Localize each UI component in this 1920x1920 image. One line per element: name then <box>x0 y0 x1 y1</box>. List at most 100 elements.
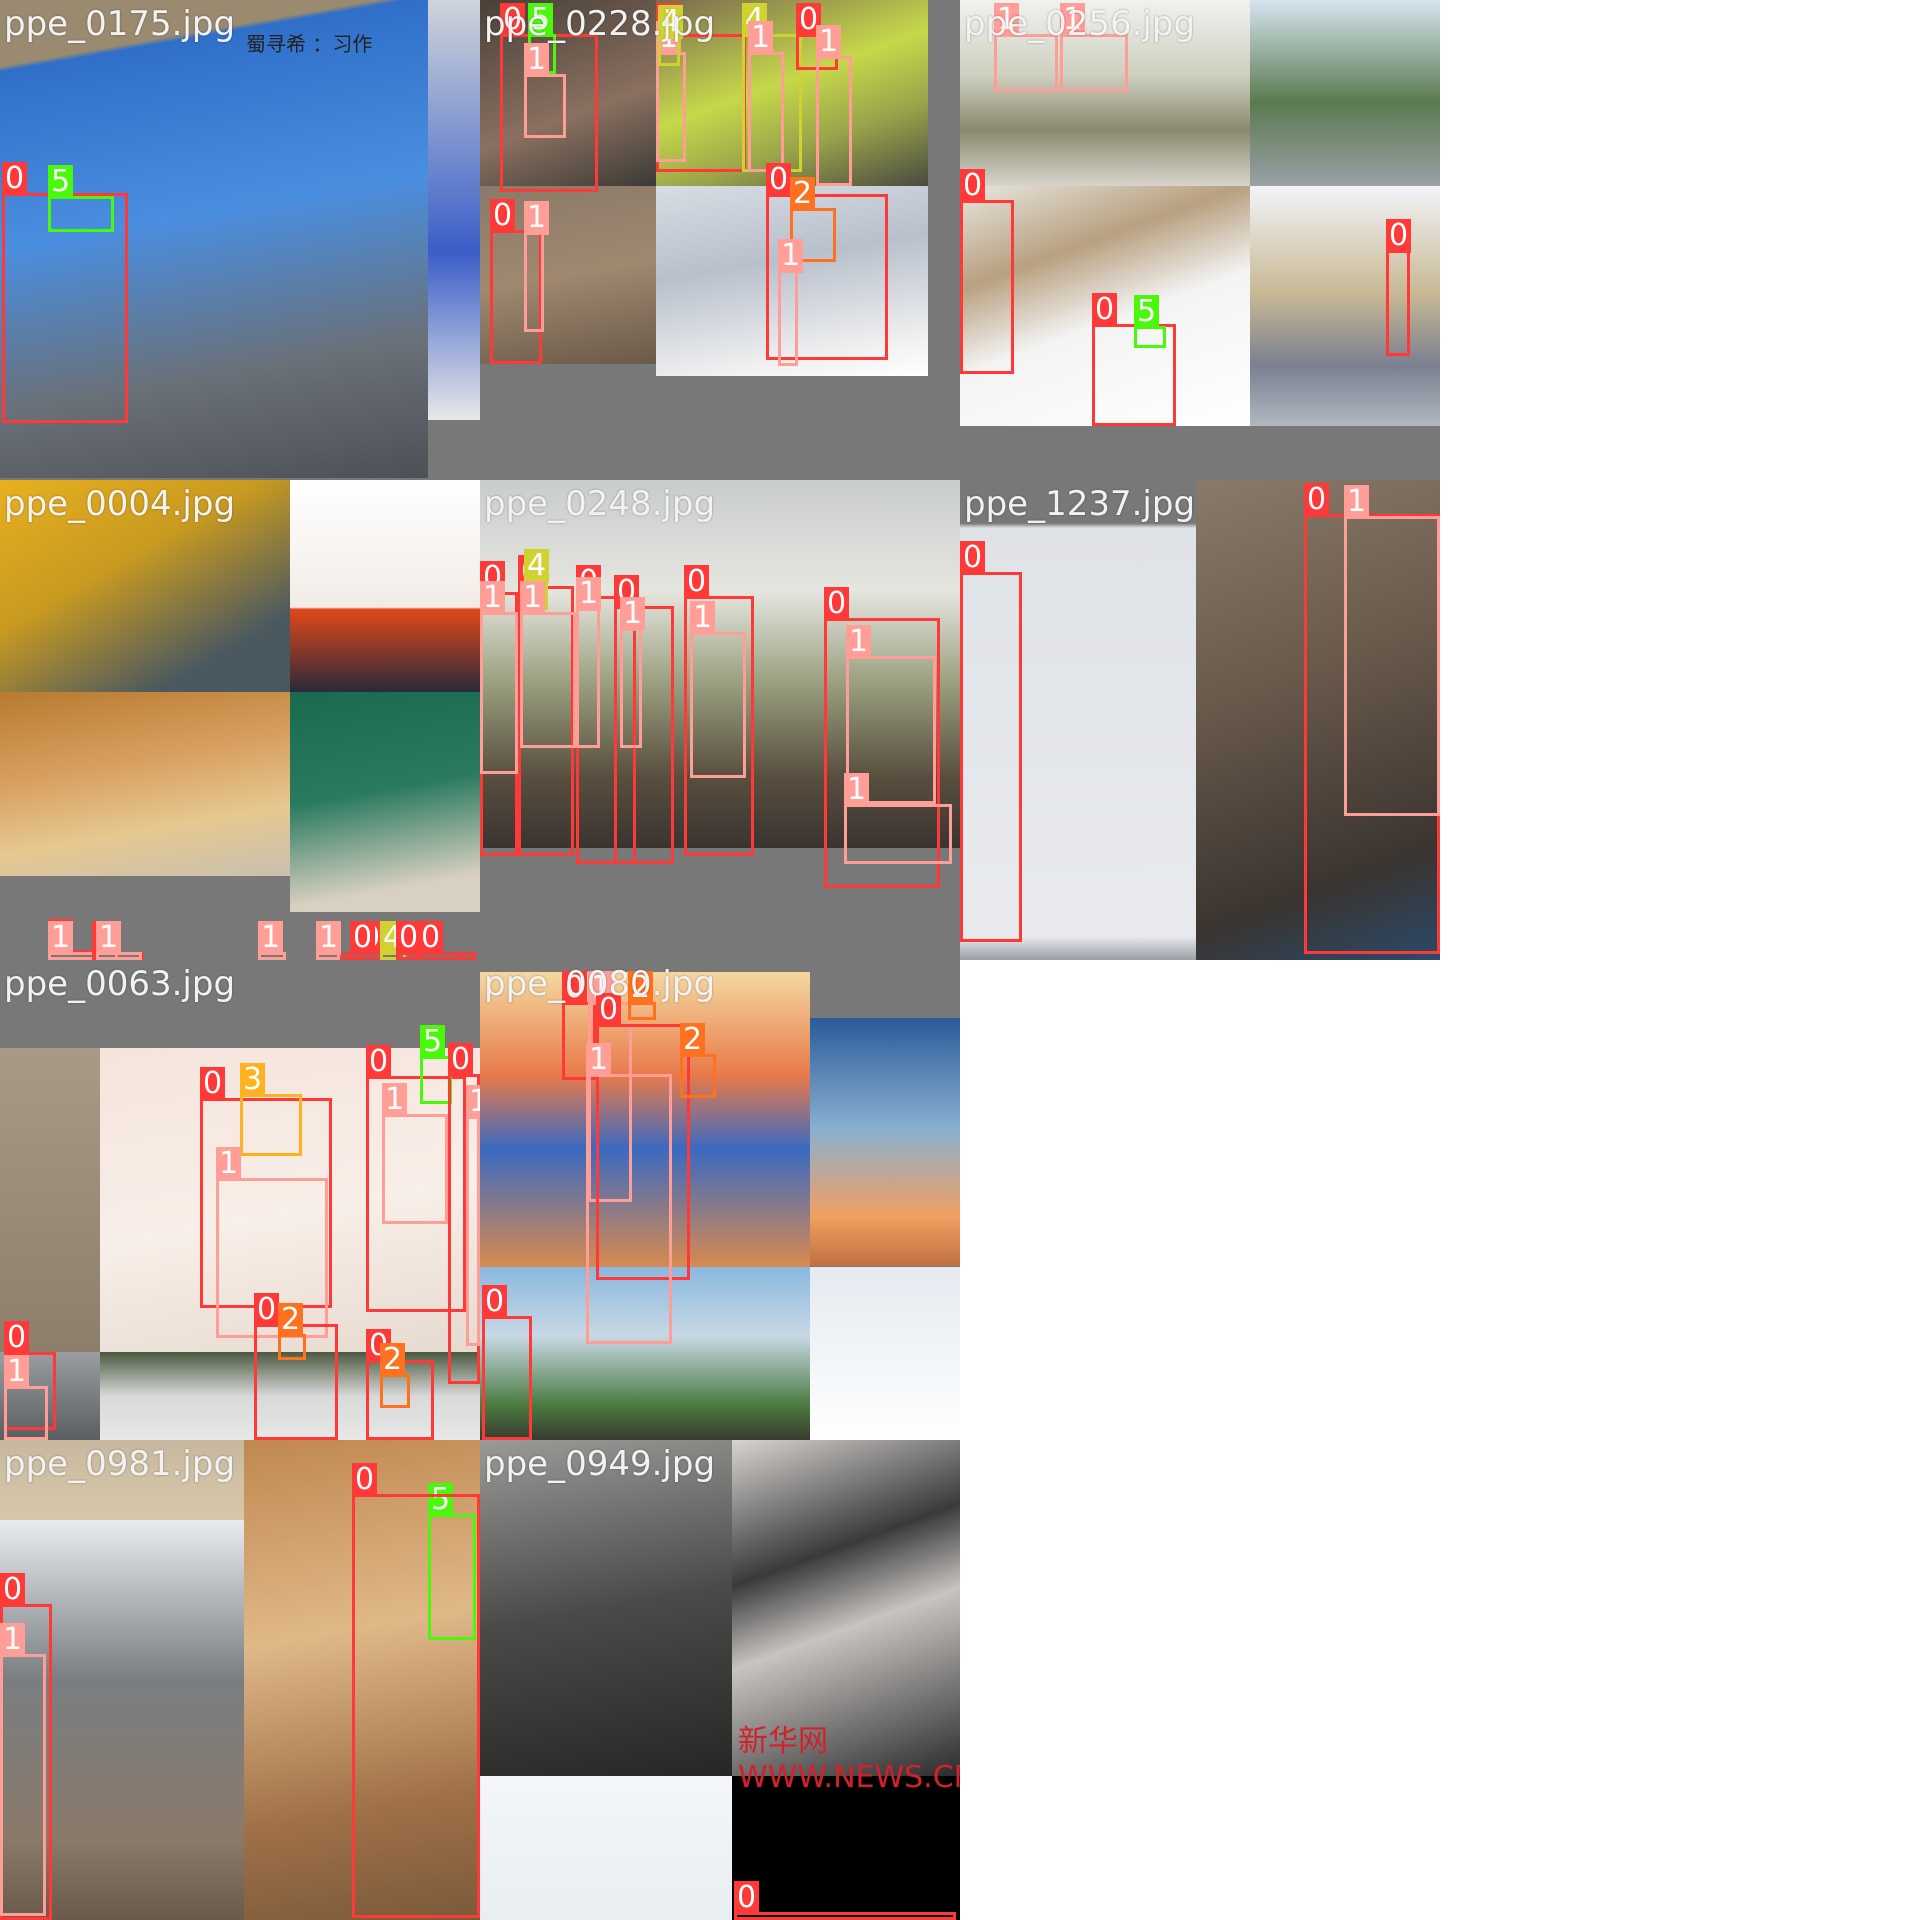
class-label-tag: 0 <box>254 1293 280 1327</box>
detection-box: 1 <box>656 21 686 162</box>
detection-box: 1 <box>0 1623 46 1916</box>
photo-watermark: 新华网 WWW.NEWS.CN <box>738 1724 960 1795</box>
photo-watermark: 蜀寻希 ：习作 <box>246 32 373 56</box>
detection-box: 1 <box>524 201 550 332</box>
detection-box: 2 <box>680 1023 716 1098</box>
class-label-tag: 1 <box>846 625 872 659</box>
detection-mosaic: 蜀寻希 ：习作ppe_0175.jpg05ppe_0228.jpg0510144… <box>0 0 1920 1920</box>
class-label-tag: 1 <box>4 1355 30 1389</box>
class-label-tag: 0 <box>448 1043 474 1077</box>
class-label-tag: 1 <box>48 921 74 955</box>
class-label-tag: 0 <box>352 1463 378 1497</box>
image-filename-label: ppe_0063.jpg <box>4 964 236 1004</box>
detection-box: 1 <box>96 921 142 960</box>
class-label-tag: 0 <box>490 199 516 233</box>
class-label-tag: 1 <box>520 581 546 615</box>
class-label-tag: 0 <box>2 162 28 196</box>
class-label-tag: 0 <box>4 1321 30 1355</box>
detection-box: 0 <box>352 1463 480 1918</box>
detection-box: 0 <box>1386 219 1412 356</box>
mosaic-tile: 新华网 WWW.NEWS.CN ppe_0949.jpg 0 <box>480 1440 960 1920</box>
mosaic-tile: ppe_1237.jpg 0 0 1 <box>960 480 1440 960</box>
photo-panel <box>480 1776 732 1920</box>
detection-box: 2 <box>380 1343 410 1408</box>
detection-box: 0 <box>396 921 422 960</box>
class-label-tag: 0 <box>1386 219 1412 253</box>
class-label-tag: 0 <box>960 541 986 575</box>
mosaic-tile: ppe_0248.jpg01041010101011 <box>480 480 960 960</box>
class-label-tag: 1 <box>748 21 774 55</box>
mosaic-tile: 蜀寻希 ：习作 ppe_0175.jpg 0 5 <box>0 0 480 480</box>
mosaic-tile: ppe_0004.jpg011001010400 <box>0 480 480 960</box>
image-filename-label: ppe_1237.jpg <box>964 484 1196 524</box>
detection-box: 1 <box>524 43 566 138</box>
class-label-tag: 0 <box>366 1045 392 1079</box>
class-label-tag: 5 <box>420 1025 446 1059</box>
detection-box: 1 <box>586 1043 672 1344</box>
detection-box: 5 <box>48 165 114 232</box>
class-label-tag: 1 <box>1344 485 1370 519</box>
photo-panel <box>1250 0 1440 186</box>
class-label-tag: 1 <box>620 597 646 631</box>
class-label-tag: 0 <box>734 1881 760 1915</box>
detection-box: 1 <box>620 597 646 748</box>
class-label-tag: 0 <box>1304 483 1330 517</box>
class-label-tag: 0 <box>0 1573 26 1607</box>
photo-panel <box>0 692 290 876</box>
image-filename-label: ppe_0175.jpg <box>4 4 236 44</box>
detection-box: 1 <box>816 25 852 186</box>
mosaic-tile: ppe_0256.jpg 1 1 0 0 5 0 <box>960 0 1440 480</box>
detection-box: 1 <box>258 921 286 960</box>
class-label-tag: 1 <box>586 1043 612 1077</box>
detection-box: 1 <box>4 1355 48 1440</box>
class-label-tag: 1 <box>258 921 284 955</box>
photo-panel <box>1250 186 1440 426</box>
detection-box: 5 <box>1134 295 1166 348</box>
detection-box: 1 <box>748 21 784 172</box>
photo-panel <box>732 1776 960 1920</box>
class-label-tag: 1 <box>466 1085 480 1119</box>
class-label-tag: 0 <box>200 1067 226 1101</box>
class-label-tag: 0 <box>418 921 444 955</box>
photo-panel <box>480 1440 732 1776</box>
detection-box: 1 <box>690 601 746 778</box>
class-label-tag: 1 <box>96 921 122 955</box>
mosaic-tile: ppe_0063.jpg 0 3 1 0 5 0 1 1 0 1 0 2 0 2 <box>0 960 480 1440</box>
class-label-tag: 4 <box>524 549 550 583</box>
image-filename-label: ppe_0080.jpg <box>484 964 716 1004</box>
photo-panel <box>290 692 480 912</box>
detection-box: 0 <box>960 541 1022 942</box>
class-label-tag: 2 <box>278 1303 304 1337</box>
detection-box: 1 <box>576 577 602 748</box>
photo-panel <box>428 0 480 420</box>
class-label-tag: 1 <box>690 601 716 635</box>
class-label-tag: 2 <box>380 1343 406 1377</box>
class-label-tag: 1 <box>844 773 870 807</box>
class-label-tag: 1 <box>778 239 804 273</box>
detection-box: 0 <box>482 1285 532 1440</box>
class-label-tag: 1 <box>216 1147 242 1181</box>
detection-box: 0 <box>418 921 462 960</box>
class-label-tag: 0 <box>350 921 376 955</box>
class-label-tag: 0 <box>482 1285 508 1319</box>
class-label-tag: 1 <box>0 1623 26 1657</box>
class-label-tag: 0 <box>766 163 792 197</box>
detection-box: 3 <box>240 1063 302 1156</box>
detection-box: 1 <box>466 1085 480 1346</box>
detection-box: 1 <box>1344 485 1440 816</box>
mosaic-tile: ppe_0228.jpg051014410102101 <box>480 0 960 480</box>
class-label-tag: 2 <box>790 177 816 211</box>
detection-box: 0 <box>734 1881 956 1920</box>
class-label-tag: 0 <box>960 169 986 203</box>
image-filename-label: ppe_0949.jpg <box>484 1444 716 1484</box>
class-label-tag: 0 <box>684 565 710 599</box>
detection-box: 1 <box>480 581 518 774</box>
detection-box: 1 <box>844 773 952 864</box>
class-label-tag: 3 <box>240 1063 266 1097</box>
class-label-tag: 1 <box>480 581 506 615</box>
class-label-tag: 5 <box>1134 295 1160 329</box>
class-label-tag: 1 <box>382 1083 408 1117</box>
class-label-tag: 2 <box>680 1023 706 1057</box>
detection-box: 2 <box>278 1303 306 1360</box>
detection-box: 1 <box>316 921 342 960</box>
